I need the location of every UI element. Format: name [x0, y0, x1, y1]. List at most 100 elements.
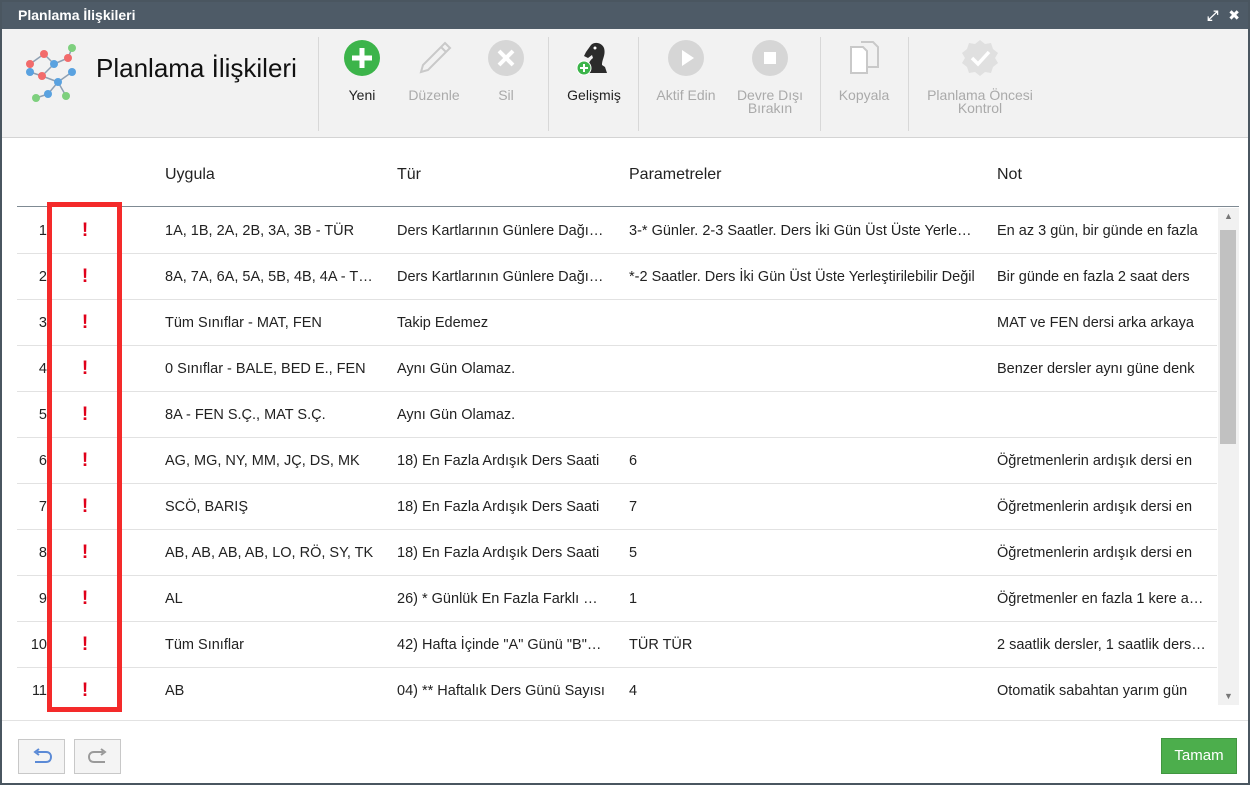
params-cell: 4	[629, 683, 638, 699]
apply-cell: AB	[165, 683, 185, 699]
dialog-footer: Tamam	[2, 720, 1248, 783]
params-cell: TÜR TÜR	[629, 637, 693, 653]
row-number: 9	[38, 591, 47, 607]
table-row[interactable]: 4 ! 0 Sınıflar - BALE, BED E., FEN Aynı …	[17, 346, 1217, 392]
toolbar-separator	[318, 37, 319, 131]
network-logo-icon	[26, 44, 76, 102]
apply-cell: AL	[165, 591, 183, 607]
plus-circle-icon	[344, 40, 380, 76]
pencil-icon	[419, 41, 452, 74]
table-row[interactable]: 1 ! 1A, 1B, 2A, 2B, 3A, 3B - TÜR Ders Ka…	[17, 208, 1217, 254]
column-header-params[interactable]: Parametreler	[629, 166, 721, 184]
maximize-icon[interactable]: ⤢	[1207, 2, 1218, 29]
note-cell: Benzer dersler aynı güne denk	[997, 361, 1195, 377]
type-cell: Ders Kartlarının Günlere Dağıtılması	[397, 269, 605, 285]
apply-cell: 8A - FEN S.Ç., MAT S.Ç.	[165, 407, 326, 423]
row-number: 7	[38, 499, 47, 515]
apply-cell: Tüm Sınıflar	[165, 637, 244, 653]
toolbar-separator	[638, 37, 639, 131]
type-cell: 42) Hafta İçinde "A" Günü "B" Günü	[397, 637, 605, 653]
apply-cell: Tüm Sınıflar - MAT, FEN	[165, 315, 322, 331]
precheck-label-line2: Kontrol	[957, 100, 1003, 116]
type-cell: 04) ** Haftalık Ders Günü Sayısı	[397, 683, 605, 699]
table-body: 1 ! 1A, 1B, 2A, 2B, 3A, 3B - TÜR Ders Ka…	[17, 208, 1217, 705]
type-cell: Aynı Gün Olamaz.	[397, 361, 516, 377]
stop-icon	[752, 40, 788, 76]
x-circle-icon	[488, 40, 524, 76]
apply-cell: AB, AB, AB, AB, LO, RÖ, SY, TK	[165, 545, 374, 561]
delete-button[interactable]: Sil	[486, 39, 526, 102]
row-number: 6	[38, 453, 47, 469]
table-row[interactable]: 6 ! AG, MG, NY, MM, JÇ, DS, MK 18) En Fa…	[17, 438, 1217, 484]
ok-button[interactable]: Tamam	[1161, 738, 1237, 774]
page-title: Planlama İlişkileri	[96, 53, 297, 83]
copy-icon	[850, 41, 879, 74]
relations-table: Uygula Tür Parametreler Not 1 ! 1A, 1B, …	[17, 139, 1239, 709]
redo-button[interactable]	[74, 739, 121, 774]
copy-label: Kopyala	[838, 87, 890, 103]
row-number: 3	[38, 315, 47, 331]
edit-label: Düzenle	[408, 87, 460, 103]
table-header: Uygula Tür Parametreler Not	[17, 139, 1239, 207]
toolbar-separator	[548, 37, 549, 131]
new-button[interactable]: Yeni	[338, 39, 386, 102]
warning-column-highlight	[47, 202, 122, 712]
scroll-down-icon[interactable]: ▼	[1218, 688, 1239, 705]
params-cell: 6	[629, 453, 638, 469]
table-row[interactable]: 7 ! SCÖ, BARIŞ 18) En Fazla Ardışık Ders…	[17, 484, 1217, 530]
close-icon[interactable]: ✖	[1228, 2, 1240, 29]
column-header-note[interactable]: Not	[997, 166, 1022, 184]
undo-icon	[32, 747, 52, 763]
window-controls: ⤢ ✖	[1207, 2, 1240, 29]
params-cell: *-2 Saatler. Ders İki Gün Üst Üste Yerle…	[629, 269, 975, 285]
note-cell: MAT ve FEN dersi arka arkaya	[997, 315, 1194, 331]
toolbar-separator	[908, 37, 909, 131]
type-cell: Ders Kartlarının Günlere Dağıtılması	[397, 223, 605, 239]
table-row[interactable]: 9 ! AL 26) * Günlük En Fazla Farklı Ders…	[17, 576, 1217, 622]
apply-cell: 1A, 1B, 2A, 2B, 3A, 3B - TÜR	[165, 223, 355, 239]
vertical-scrollbar[interactable]: ▲ ▼	[1218, 208, 1239, 705]
activate-label: Aktif Edin	[656, 87, 716, 103]
note-cell: 2 saatlik dersler, 1 saatlik dersler	[997, 637, 1207, 653]
row-number: 10	[30, 637, 47, 653]
advanced-label: Gelişmiş	[567, 87, 621, 103]
advanced-button[interactable]: Gelişmiş	[562, 39, 626, 102]
play-icon	[668, 40, 704, 76]
table-row[interactable]: 5 ! 8A - FEN S.Ç., MAT S.Ç. Aynı Gün Ola…	[17, 392, 1217, 438]
column-header-type[interactable]: Tür	[397, 166, 421, 184]
type-cell: 18) En Fazla Ardışık Ders Saati	[397, 545, 600, 561]
note-cell: Öğretmenlerin ardışık dersi en	[997, 499, 1193, 515]
apply-cell: 0 Sınıflar - BALE, BED E., FEN	[165, 361, 366, 377]
type-cell: Takip Edemez	[397, 315, 489, 331]
deactivate-button[interactable]: Devre Dışı Bırakın	[732, 39, 808, 115]
toolbar: Planlama İlişkileri Yeni Düzenle Sil Gel…	[2, 29, 1248, 138]
activate-button[interactable]: Aktif Edin	[652, 39, 720, 102]
row-number: 11	[31, 683, 47, 699]
type-cell: 18) En Fazla Ardışık Ders Saati	[397, 499, 600, 515]
pre-planning-check-button[interactable]: Planlama Öncesi Kontrol	[920, 39, 1040, 115]
scrollbar-thumb[interactable]	[1220, 230, 1236, 444]
apply-cell: SCÖ, BARIŞ	[165, 499, 248, 515]
row-number: 1	[38, 223, 47, 239]
table-row[interactable]: 2 ! 8A, 7A, 6A, 5A, 5B, 4B, 4A - TÜR Der…	[17, 254, 1217, 300]
deactivate-label-line2: Bırakın	[747, 100, 793, 116]
undo-button[interactable]	[18, 739, 65, 774]
params-cell: 5	[629, 545, 638, 561]
column-header-apply[interactable]: Uygula	[165, 166, 215, 184]
edit-button[interactable]: Düzenle	[402, 39, 466, 102]
note-cell: Otomatik sabahtan yarım gün	[997, 683, 1188, 699]
table-row[interactable]: 11 ! AB 04) ** Haftalık Ders Günü Sayısı…	[17, 668, 1217, 705]
note-cell: En az 3 gün, bir günde en fazla	[997, 223, 1198, 239]
scroll-up-icon[interactable]: ▲	[1218, 208, 1239, 225]
new-label: Yeni	[348, 87, 376, 103]
table-row[interactable]: 3 ! Tüm Sınıflar - MAT, FEN Takip Edemez…	[17, 300, 1217, 346]
window-titlebar: Planlama İlişkileri ⤢ ✖	[2, 2, 1248, 29]
redo-icon	[87, 747, 107, 763]
note-cell: Bir günde en fazla 2 saat ders	[997, 269, 1190, 285]
params-cell: 3-* Günler. 2-3 Saatler. Ders İki Gün Üs…	[629, 223, 975, 239]
apply-cell: 8A, 7A, 6A, 5A, 5B, 4B, 4A - TÜR	[165, 269, 375, 285]
table-row[interactable]: 10 ! Tüm Sınıflar 42) Hafta İçinde "A" G…	[17, 622, 1217, 668]
copy-button[interactable]: Kopyala	[832, 39, 896, 102]
type-cell: 18) En Fazla Ardışık Ders Saati	[397, 453, 600, 469]
table-row[interactable]: 8 ! AB, AB, AB, AB, LO, RÖ, SY, TK 18) E…	[17, 530, 1217, 576]
